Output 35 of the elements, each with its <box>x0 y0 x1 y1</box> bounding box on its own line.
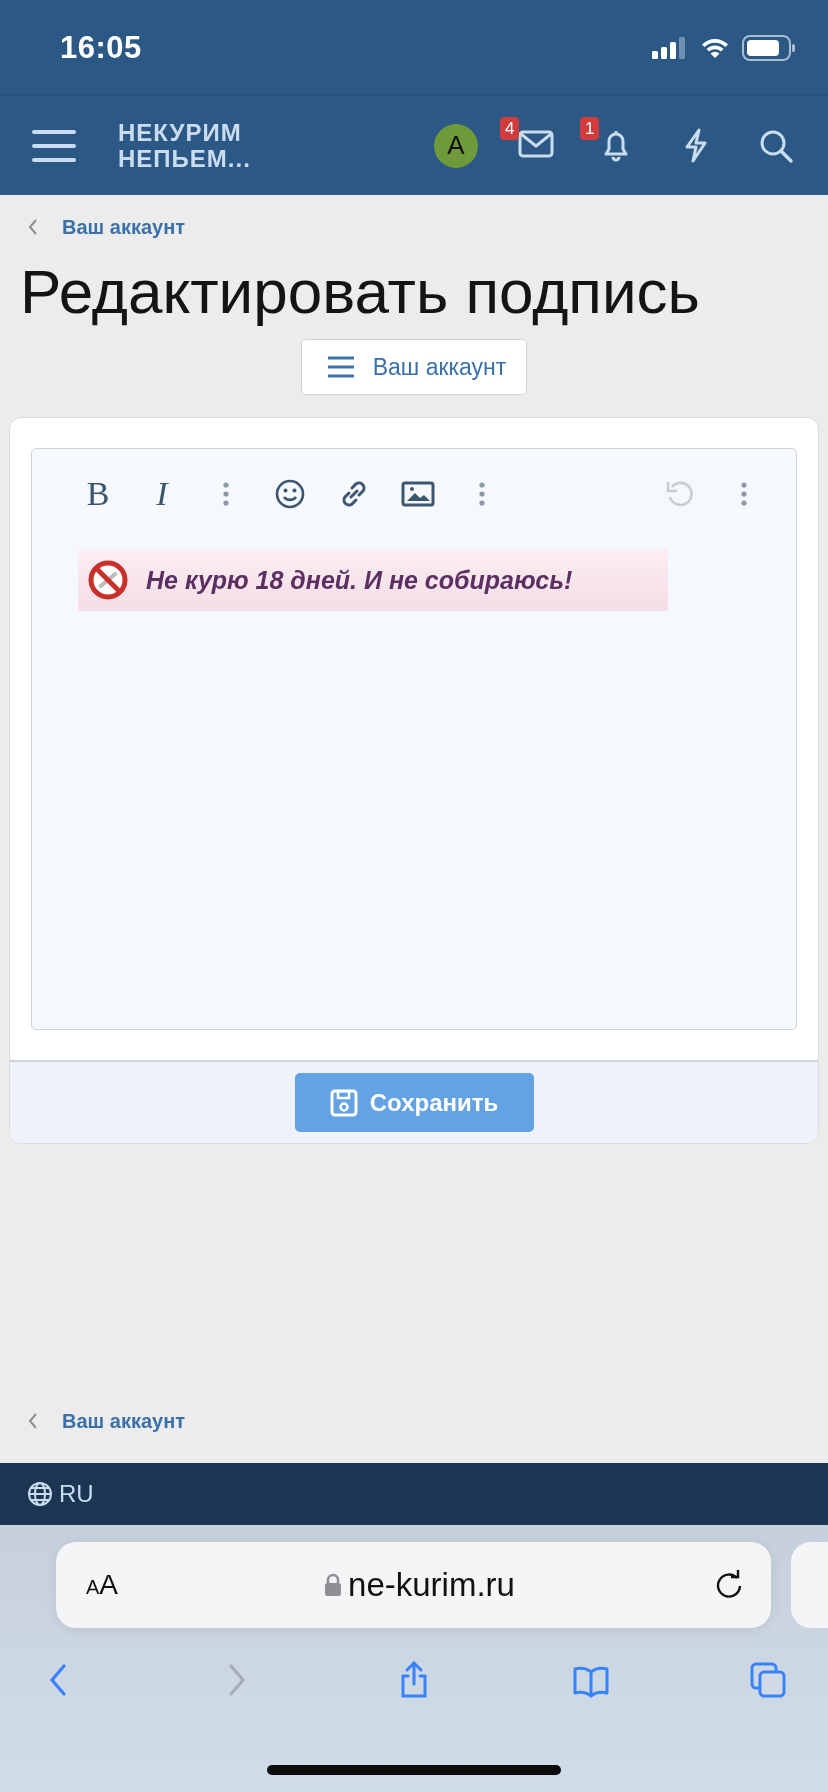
italic-button[interactable]: I <box>156 476 168 512</box>
chevron-left-icon[interactable] <box>28 218 38 236</box>
avatar[interactable]: A <box>434 123 478 168</box>
signature-text: Не курю 18 дней. И не собираюсь! <box>146 565 573 595</box>
lock-icon <box>324 1573 343 1597</box>
tabs-icon[interactable] <box>748 1660 788 1700</box>
page-title: Редактировать подпись <box>20 257 701 327</box>
more-icon[interactable] <box>479 481 485 507</box>
breadcrumb-link[interactable]: Ваш аккаунт <box>62 215 186 239</box>
logo-text[interactable]: НЕКУРИМ <box>118 119 251 146</box>
menu-icon[interactable] <box>32 128 76 163</box>
account-menu-button[interactable]: Ваш аккаунт <box>300 339 528 395</box>
count-badge: 1 <box>580 116 600 140</box>
battery-icon <box>742 34 796 61</box>
language-link[interactable]: RU <box>27 1480 94 1508</box>
no-smoking-icon <box>88 560 128 600</box>
more-icon[interactable] <box>741 481 747 507</box>
image-icon[interactable] <box>401 480 435 508</box>
wifi-icon <box>700 36 730 59</box>
text-size-button[interactable]: AA <box>86 1569 166 1601</box>
signal-icon <box>652 36 688 59</box>
more-icon[interactable] <box>223 481 229 507</box>
address-bar[interactable]: AA ne-kurim.ru <box>56 1542 771 1628</box>
editor-field[interactable]: B I Не курю 18 дней. И не собираюсь! <box>31 448 797 1030</box>
smiley-icon[interactable] <box>274 478 306 510</box>
bold-button[interactable]: B <box>86 476 110 512</box>
count-badge: 4 <box>500 116 520 140</box>
globe-icon <box>27 1481 53 1507</box>
breadcrumb-link[interactable]: Ваш аккаунт <box>62 1409 186 1433</box>
next-tab-bar[interactable] <box>791 1542 828 1628</box>
chevron-left-icon[interactable] <box>28 1412 38 1430</box>
clock: 16:05 <box>60 29 142 66</box>
url-text: ne-kurim.ru <box>348 1566 515 1604</box>
menu-icon <box>326 356 355 378</box>
logo-text[interactable]: НЕПЬЕМ... <box>118 145 251 172</box>
